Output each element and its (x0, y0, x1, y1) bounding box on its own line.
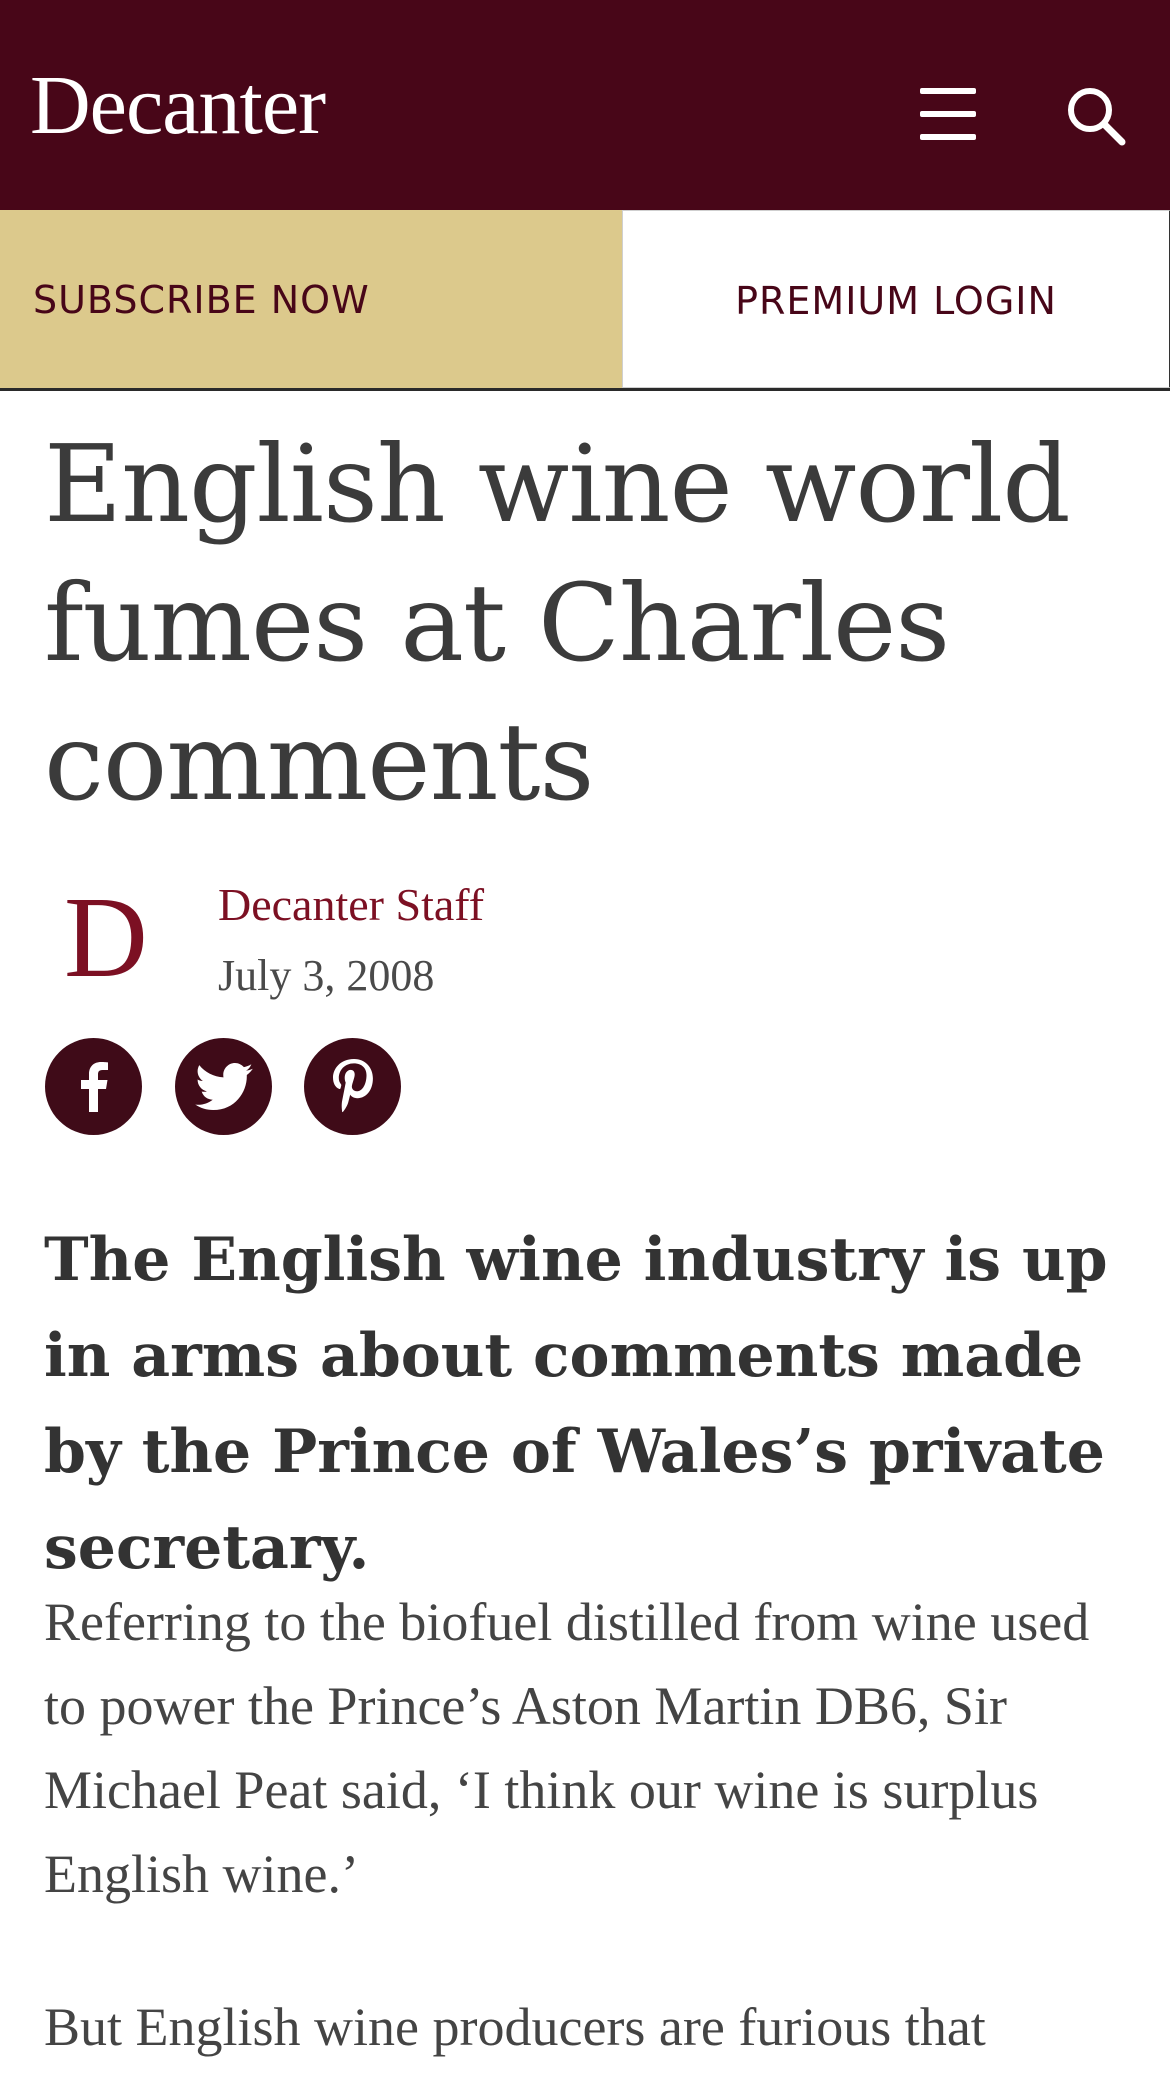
pinterest-icon (332, 1058, 373, 1112)
site-header: Decanter (0, 0, 1170, 210)
facebook-share-button[interactable] (45, 1038, 142, 1135)
decanter-logo[interactable]: Decanter (30, 64, 326, 148)
author-avatar: D (64, 874, 148, 1002)
subscribe-now-button[interactable]: SUBSCRIBE NOW (0, 210, 622, 388)
hamburger-menu-icon[interactable] (920, 88, 976, 140)
twitter-icon (194, 1062, 253, 1110)
premium-login-button[interactable]: PREMIUM LOGIN (622, 210, 1170, 388)
article-paragraph: But English wine producers are furious t… (44, 1997, 986, 2057)
article-title: English wine world fumes at Charles comm… (44, 423, 1071, 825)
pinterest-share-button[interactable] (304, 1038, 401, 1135)
twitter-share-button[interactable] (175, 1038, 272, 1135)
premium-login-label: PREMIUM LOGIN (735, 279, 1057, 323)
search-icon[interactable] (1065, 85, 1127, 147)
publish-date: July 3, 2008 (218, 951, 435, 1000)
facebook-icon (80, 1061, 108, 1112)
subscribe-now-label: SUBSCRIBE NOW (33, 278, 370, 322)
subscription-bar: SUBSCRIBE NOW PREMIUM LOGIN (0, 210, 1170, 391)
article-standfirst: The English wine industry is up in arms … (44, 1225, 1108, 1583)
article-paragraph: Referring to the biofuel distilled from … (44, 1592, 1090, 1904)
author-name-link[interactable]: Decanter Staff (218, 878, 484, 931)
